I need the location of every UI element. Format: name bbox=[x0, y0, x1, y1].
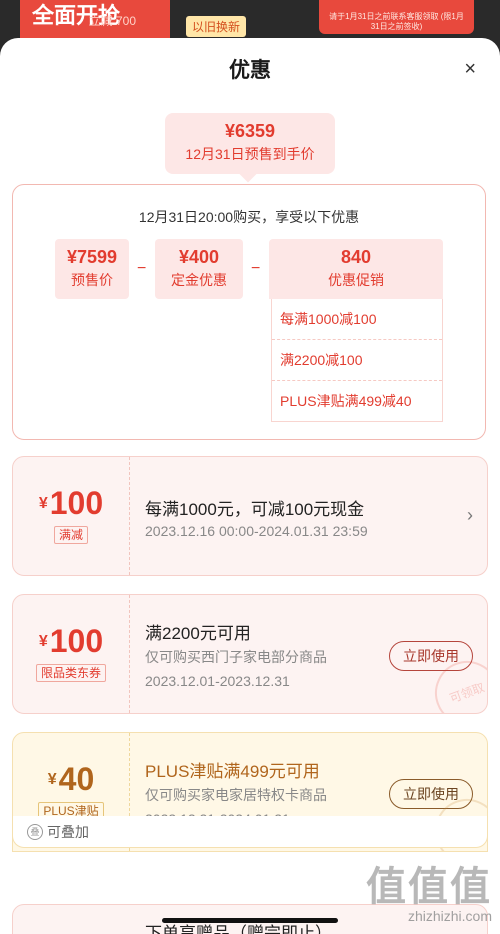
promo-item: 满2200减100 bbox=[272, 339, 442, 380]
final-price: ¥6359 bbox=[224, 121, 276, 141]
coupon-type-badge: 限品类东券 bbox=[35, 664, 106, 682]
coupon-amount-area: ¥100 满减 bbox=[13, 457, 130, 575]
promo-note: 请于1月31日之前联系客服领取 (限1月31日之前签收) bbox=[319, 0, 474, 34]
promo-list: 每满1000减100 满2200减100 PLUS津贴满499减40 bbox=[271, 299, 443, 422]
home-indicator bbox=[162, 918, 338, 923]
stackable-label: 可叠加 bbox=[47, 824, 89, 840]
coupon-type-badge: 满减 bbox=[53, 526, 88, 544]
deposit-discount-value: ¥400 bbox=[178, 247, 220, 267]
coupon-amount-area: ¥100 限品类东券 bbox=[13, 595, 130, 713]
coupon-amount: ¥100 bbox=[38, 623, 104, 659]
coupon-full-reduction[interactable]: ¥100 满减 每满1000元，可减100元现金 2023.12.16 00:0… bbox=[12, 456, 488, 576]
coupon-details: 满2200元可用 仅可购买西门子家电部分商品 2023.12.01-2023.1… bbox=[145, 595, 487, 713]
promo-discount-label: 优惠促销 bbox=[328, 272, 384, 288]
bubble-arrow bbox=[239, 165, 257, 183]
final-price-bubble: ¥6359 12月31日预售到手价 bbox=[165, 113, 335, 183]
presale-price-label: 预售价 bbox=[71, 272, 113, 288]
coupon-amount: ¥100 bbox=[38, 485, 104, 521]
final-price-label: 12月31日预售到手价 bbox=[185, 146, 315, 162]
coupon-details: 每满1000元，可减100元现金 2023.12.16 00:00-2024.0… bbox=[145, 457, 487, 575]
promo-item: 每满1000减100 bbox=[280, 311, 377, 327]
coupon-title: PLUS津贴满499元可用 bbox=[145, 762, 320, 781]
breakdown-header: 12月31日20:00购买，享受以下优惠 bbox=[138, 209, 360, 225]
coupon-validity: 2023.12.01-2023.12.31 bbox=[145, 673, 290, 689]
coupon-amount: ¥40 bbox=[47, 761, 95, 797]
promo-discount-value: 840 bbox=[340, 247, 372, 267]
sheet-title: 优惠 bbox=[229, 59, 271, 82]
presale-price-cell: ¥7599 预售价 bbox=[55, 239, 129, 299]
watermark: 值值值 zhizhizhi.com bbox=[366, 854, 492, 924]
minus-operator: − bbox=[251, 260, 261, 277]
coupon-validity: 2023.12.16 00:00-2024.01.31 23:59 bbox=[145, 523, 368, 539]
deposit-discount-cell: ¥400 定金优惠 bbox=[155, 239, 243, 299]
presale-price-value: ¥7599 bbox=[66, 247, 118, 267]
stackable-info: 叠 可叠加 bbox=[12, 816, 488, 848]
coupon-scope: 仅可购买家电家居特权卡商品 bbox=[145, 787, 327, 803]
deposit-discount-label: 定金优惠 bbox=[171, 272, 227, 288]
coupon-scope: 仅可购买西门子家电部分商品 bbox=[145, 649, 327, 665]
trade-in-tag: 以旧换新 bbox=[186, 16, 247, 37]
watermark-logo: 值值值 bbox=[366, 865, 492, 909]
coupon-title: 每满1000元，可减100元现金 bbox=[145, 500, 365, 519]
close-icon[interactable]: × bbox=[464, 58, 476, 81]
price-breakdown: 12月31日20:00购买，享受以下优惠 ¥7599 预售价 − ¥400 定金… bbox=[12, 184, 486, 440]
minus-operator: − bbox=[137, 260, 147, 277]
coupon-title: 满2200元可用 bbox=[145, 624, 251, 643]
chevron-right-icon[interactable]: › bbox=[467, 505, 473, 526]
discount-sheet: 优惠 × ¥6359 12月31日预售到手价 12月31日20:00购买，享受以… bbox=[0, 38, 500, 934]
promo-item: PLUS津贴满499减40 bbox=[272, 380, 442, 421]
banner-sub: 立减 700 bbox=[88, 14, 136, 28]
promo-discount-cell: 840 优惠促销 bbox=[269, 239, 443, 299]
coupon-category: ¥100 限品类东券 满2200元可用 仅可购买西门子家电部分商品 2023.1… bbox=[12, 594, 488, 714]
stack-icon: 叠 bbox=[27, 824, 43, 840]
